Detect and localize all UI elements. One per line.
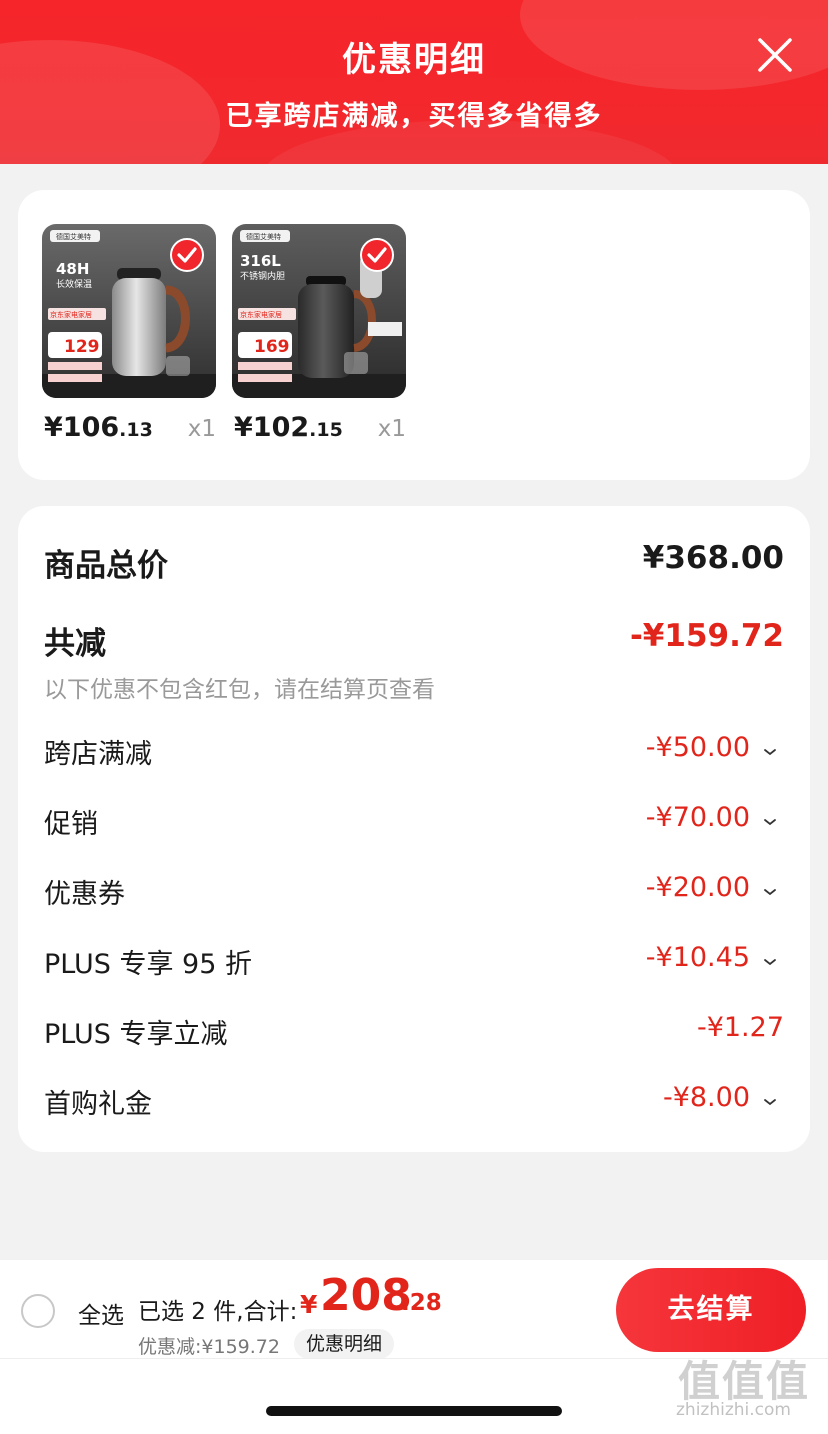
total-amount-decimal: .28 (401, 1290, 442, 1316)
total-reduce-row: 共减 -¥159.72 (44, 618, 784, 662)
discount-note: 以下优惠不包含红包，请在结算页查看 (44, 677, 435, 703)
home-indicator[interactable] (266, 1406, 562, 1416)
discount-value: -¥10.45 (645, 942, 750, 973)
selected-badge[interactable] (360, 238, 394, 272)
discount-value: -¥70.00 (645, 802, 750, 833)
discount-label: PLUS 专享 95 折 (44, 949, 252, 980)
headline-text: 48H (56, 260, 89, 278)
product-image[interactable]: 德国艾美特 316L 不锈钢内胆 京东家电家居 169 (232, 224, 406, 398)
check-icon (367, 247, 387, 263)
product-price: ¥102.15 (234, 412, 343, 443)
discount-total-text: 优惠减:¥159.72 (138, 1336, 280, 1358)
watermark-text: zhizhizhi.com (676, 1400, 791, 1420)
selected-count-text: 已选 2 件,合计: (138, 1299, 298, 1325)
discount-label: 优惠券 (44, 879, 125, 910)
product-image[interactable]: 德国艾美特 48H 长效保温 京东家电家居 129 (42, 224, 216, 398)
price-decimal: .15 (309, 419, 343, 441)
chevron-down-icon[interactable] (762, 744, 778, 760)
discount-label: 跨店满减 (44, 739, 152, 770)
total-amount-integer: 208 (320, 1270, 412, 1321)
discount-value: -¥20.00 (645, 872, 750, 903)
selected-badge[interactable] (170, 238, 204, 272)
price-integer: ¥106 (44, 412, 120, 443)
promo-price-text: 169 (254, 337, 290, 357)
price-decimal: .13 (119, 419, 153, 441)
promo-text: 京东家电家居 (50, 310, 92, 319)
discount-value: -¥50.00 (645, 732, 750, 763)
discount-row-plus-95[interactable]: PLUS 专享 95 折 -¥10.45 (44, 942, 784, 986)
headline-text: 316L (240, 252, 281, 270)
product-price-row: ¥106.13 x1 (42, 412, 216, 452)
product-item[interactable]: 德国艾美特 316L 不锈钢内胆 京东家电家居 169 ¥102.15 x1 (232, 224, 406, 443)
promo-price-text: 129 (64, 337, 100, 357)
product-item[interactable]: 德国艾美特 48H 长效保温 京东家电家居 129 ¥106.13 x1 (42, 224, 216, 443)
sub-text: 不锈钢内胆 (240, 270, 285, 282)
chevron-down-icon[interactable] (762, 954, 778, 970)
discount-detail-button[interactable]: 优惠明细 (294, 1329, 395, 1359)
products-card: 德国艾美特 48H 长效保温 京东家电家居 129 ¥106.13 x1 德国艾… (18, 190, 810, 480)
close-button[interactable] (752, 32, 798, 78)
total-price-row: 商品总价 ¥368.00 (44, 540, 784, 584)
product-qty: x1 (377, 416, 406, 442)
discount-row-promotion[interactable]: 促销 -¥70.00 (44, 802, 784, 846)
chevron-down-icon[interactable] (762, 1094, 778, 1110)
discount-value: -¥8.00 (662, 1082, 750, 1113)
discount-summary-card: 商品总价 ¥368.00 共减 -¥159.72 以下优惠不包含红包，请在结算页… (18, 506, 810, 1152)
select-all-label[interactable]: 全选 (78, 1296, 124, 1330)
discount-label: 首购礼金 (44, 1089, 152, 1120)
discount-row-plus-instant: PLUS 专享立减 -¥1.27 (44, 1012, 784, 1056)
total-price-label: 商品总价 (44, 548, 168, 584)
close-icon (758, 38, 792, 72)
checkout-bar: 全选 已选 2 件,合计: ¥ 208 .28 优惠减:¥159.72 优惠明细… (0, 1260, 828, 1434)
total-currency: ¥ (300, 1290, 318, 1319)
product-qty: x1 (187, 416, 216, 442)
discount-value: -¥1.27 (696, 1012, 784, 1043)
select-all-radio[interactable] (21, 1294, 55, 1328)
discount-row-cross-store[interactable]: 跨店满减 -¥50.00 (44, 732, 784, 776)
discount-label: PLUS 专享立减 (44, 1019, 228, 1050)
brand-text: 德国艾美特 (56, 232, 91, 241)
page-subtitle: 已享跨店满减，买得多省得多 (225, 101, 603, 132)
product-price-row: ¥102.15 x1 (232, 412, 406, 452)
total-reduce-value: -¥159.72 (629, 618, 784, 654)
price-integer: ¥102 (234, 412, 310, 443)
product-price: ¥106.13 (44, 412, 153, 443)
discount-row-first-purchase[interactable]: 首购礼金 -¥8.00 (44, 1082, 784, 1126)
total-price-value: ¥368.00 (642, 540, 784, 576)
discount-label: 促销 (44, 809, 98, 840)
watermark: 值值值 zhizhizhi.com (674, 1348, 824, 1428)
checkout-button[interactable]: 去结算 (616, 1268, 806, 1352)
total-reduce-label: 共减 (44, 626, 106, 662)
chevron-down-icon[interactable] (762, 814, 778, 830)
sub-text: 长效保温 (56, 278, 92, 290)
discount-row-coupon[interactable]: 优惠券 -¥20.00 (44, 872, 784, 916)
promo-text: 京东家电家居 (240, 310, 282, 319)
check-icon (177, 247, 197, 263)
chevron-down-icon[interactable] (762, 884, 778, 900)
page-title: 优惠明细 (342, 40, 486, 80)
header: 优惠明细 已享跨店满减，买得多省得多 (0, 0, 828, 164)
brand-text: 德国艾美特 (246, 232, 281, 241)
